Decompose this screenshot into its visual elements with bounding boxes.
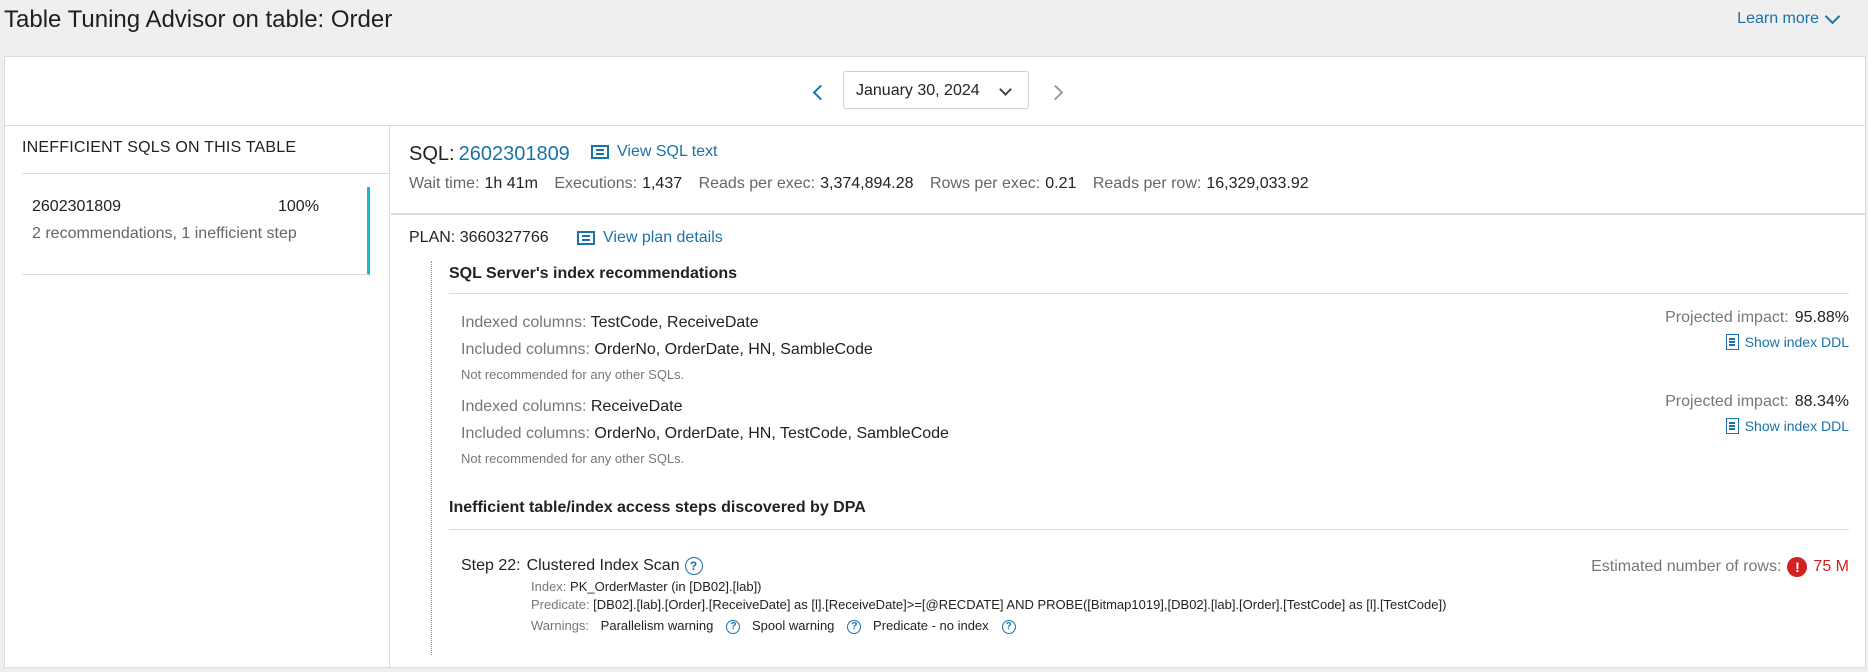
index-value: PK_OrderMaster (in [DB02].[lab]) bbox=[570, 579, 762, 595]
divider bbox=[449, 293, 1849, 294]
projected-impact-label: Projected impact: bbox=[1665, 393, 1789, 410]
chevron-down-icon bbox=[999, 83, 1012, 96]
help-icon[interactable]: ? bbox=[847, 619, 862, 634]
show-index-ddl-label: Show index DDL bbox=[1744, 334, 1849, 350]
reads-per-row-value: 16,329,033.92 bbox=[1206, 175, 1309, 192]
inefficient-step: Step 22: Clustered Index Scan? Estimated … bbox=[461, 557, 1849, 634]
rows-per-exec-label: Rows per exec: bbox=[929, 175, 1041, 192]
monitor-icon bbox=[577, 231, 595, 245]
projected-impact-label: Projected impact: bbox=[1665, 309, 1789, 326]
learn-more-link[interactable]: Learn more bbox=[1737, 8, 1841, 28]
next-date-arrow-icon[interactable] bbox=[1047, 84, 1064, 101]
estimated-rows-value: 75 M bbox=[1813, 558, 1849, 575]
divider bbox=[449, 529, 1849, 530]
warning-predicate-no-index: Predicate - no index bbox=[873, 618, 989, 634]
sql-id-link[interactable]: 2602301809 bbox=[459, 143, 570, 165]
reads-per-exec-value: 3,374,894.28 bbox=[820, 175, 914, 192]
indexed-columns-label: Indexed columns: bbox=[461, 314, 587, 331]
inefficient-steps-heading: Inefficient table/index access steps dis… bbox=[449, 499, 866, 516]
wait-time-value: 1h 41m bbox=[484, 175, 538, 192]
rows-per-exec-value: 0.21 bbox=[1045, 175, 1077, 192]
show-index-ddl-label: Show index DDL bbox=[1744, 418, 1849, 434]
predicate-label: Predicate: bbox=[531, 597, 590, 613]
executions-label: Executions: bbox=[554, 175, 638, 192]
view-plan-details-label: View plan details bbox=[603, 229, 723, 246]
projected-impact-value: 88.34% bbox=[1794, 393, 1849, 410]
sidebar: INEFFICIENT SQLS ON THIS TABLE 260230180… bbox=[5, 125, 390, 667]
executions-value: 1,437 bbox=[642, 175, 683, 192]
sql-header: SQL: 2602301809 bbox=[409, 143, 570, 166]
warning-parallelism: Parallelism warning bbox=[600, 618, 714, 634]
included-columns-value: OrderNo, OrderDate, HN, SambleCode bbox=[594, 341, 873, 358]
step-index-line: Index: PK_OrderMaster (in [DB02].[lab]) bbox=[531, 578, 1849, 596]
projected-impact: Projected impact: 88.34% bbox=[1665, 393, 1849, 411]
view-plan-details-link[interactable]: View plan details bbox=[577, 229, 723, 247]
date-value: January 30, 2024 bbox=[856, 82, 980, 99]
date-navigation: January 30, 2024 bbox=[5, 57, 1865, 126]
plan-header: PLAN: 3660327766 bbox=[409, 229, 549, 247]
predicate-value: [DB02].[lab].[Order].[ReceiveDate] as [l… bbox=[593, 597, 1447, 613]
warnings-label: Warnings: bbox=[531, 618, 590, 634]
previous-date-arrow-icon[interactable] bbox=[812, 84, 829, 101]
wait-time-label: Wait time: bbox=[409, 175, 480, 192]
recommendation-note: Not recommended for any other SQLs. bbox=[461, 451, 685, 466]
sql-label: SQL: bbox=[409, 143, 455, 165]
document-icon bbox=[1725, 334, 1739, 350]
help-icon[interactable]: ? bbox=[726, 619, 741, 634]
learn-more-label: Learn more bbox=[1737, 10, 1819, 27]
main-panel: January 30, 2024 INEFFICIENT SQLS ON THI… bbox=[4, 56, 1866, 668]
recommendation-item: Indexed columns: TestCode, ReceiveDate I… bbox=[461, 309, 1849, 382]
sql-list-item[interactable]: 2602301809 100% 2 recommendations, 1 ine… bbox=[22, 187, 370, 275]
recommendation-note: Not recommended for any other SQLs. bbox=[461, 367, 685, 382]
indexed-columns-label: Indexed columns: bbox=[461, 398, 587, 415]
view-sql-text-link[interactable]: View SQL text bbox=[591, 143, 718, 161]
projected-impact: Projected impact: 95.88% bbox=[1665, 309, 1849, 327]
warning-spool: Spool warning bbox=[752, 618, 835, 634]
step-warnings: Warnings: Parallelism warning? Spool war… bbox=[531, 618, 1849, 634]
step-predicate-line: Predicate: [DB02].[lab].[Order].[Receive… bbox=[531, 596, 1849, 614]
monitor-icon bbox=[591, 145, 609, 159]
plan-label: PLAN: bbox=[409, 229, 456, 246]
indexed-columns-value: TestCode, ReceiveDate bbox=[590, 314, 759, 331]
plan-id: 3660327766 bbox=[459, 229, 549, 246]
indexed-columns-value: ReceiveDate bbox=[590, 398, 683, 415]
tree-connector bbox=[431, 261, 432, 655]
reads-per-exec-label: Reads per exec: bbox=[698, 175, 816, 192]
sql-metrics: Wait time: 1h 41m Executions: 1,437 Reads … bbox=[409, 175, 1321, 193]
divider bbox=[391, 213, 1865, 215]
sql-list-item-percent: 100% bbox=[278, 198, 319, 215]
detail-pane: SQL: 2602301809 View SQL text Wait time: 1… bbox=[391, 125, 1865, 667]
alert-icon: ! bbox=[1787, 557, 1808, 577]
step-label: Step 22: bbox=[461, 557, 521, 575]
recommendation-item: Indexed columns: ReceiveDate Included co… bbox=[461, 393, 1849, 466]
show-index-ddl-link[interactable]: Show index DDL bbox=[1725, 334, 1849, 350]
estimated-rows: Estimated number of rows: ! 75 M bbox=[1591, 557, 1849, 577]
divider bbox=[22, 173, 389, 174]
sql-list-item-id: 2602301809 bbox=[32, 198, 121, 215]
view-sql-text-label: View SQL text bbox=[617, 143, 718, 160]
projected-impact-value: 95.88% bbox=[1794, 309, 1849, 326]
estimated-rows-label: Estimated number of rows: bbox=[1591, 558, 1782, 575]
index-label: Index: bbox=[531, 579, 567, 595]
included-columns-value: OrderNo, OrderDate, HN, TestCode, Samble… bbox=[594, 425, 949, 442]
reads-per-row-label: Reads per row: bbox=[1092, 175, 1202, 192]
document-icon bbox=[1725, 418, 1739, 434]
included-columns-label: Included columns: bbox=[461, 341, 590, 358]
included-columns-label: Included columns: bbox=[461, 425, 590, 442]
show-index-ddl-link[interactable]: Show index DDL bbox=[1725, 418, 1849, 434]
step-name: Clustered Index Scan bbox=[526, 557, 680, 575]
recommendations-heading: SQL Server's index recommendations bbox=[449, 265, 738, 282]
help-icon[interactable]: ? bbox=[1001, 619, 1016, 634]
page-title: Table Tuning Advisor on table: Order bbox=[4, 6, 393, 33]
sidebar-heading: INEFFICIENT SQLS ON THIS TABLE bbox=[22, 139, 297, 156]
chevron-down-icon bbox=[1824, 8, 1841, 25]
date-select[interactable]: January 30, 2024 bbox=[843, 71, 1029, 109]
sql-list-item-desc: 2 recommendations, 1 inefficient step bbox=[32, 225, 297, 242]
help-icon[interactable]: ? bbox=[684, 557, 703, 575]
